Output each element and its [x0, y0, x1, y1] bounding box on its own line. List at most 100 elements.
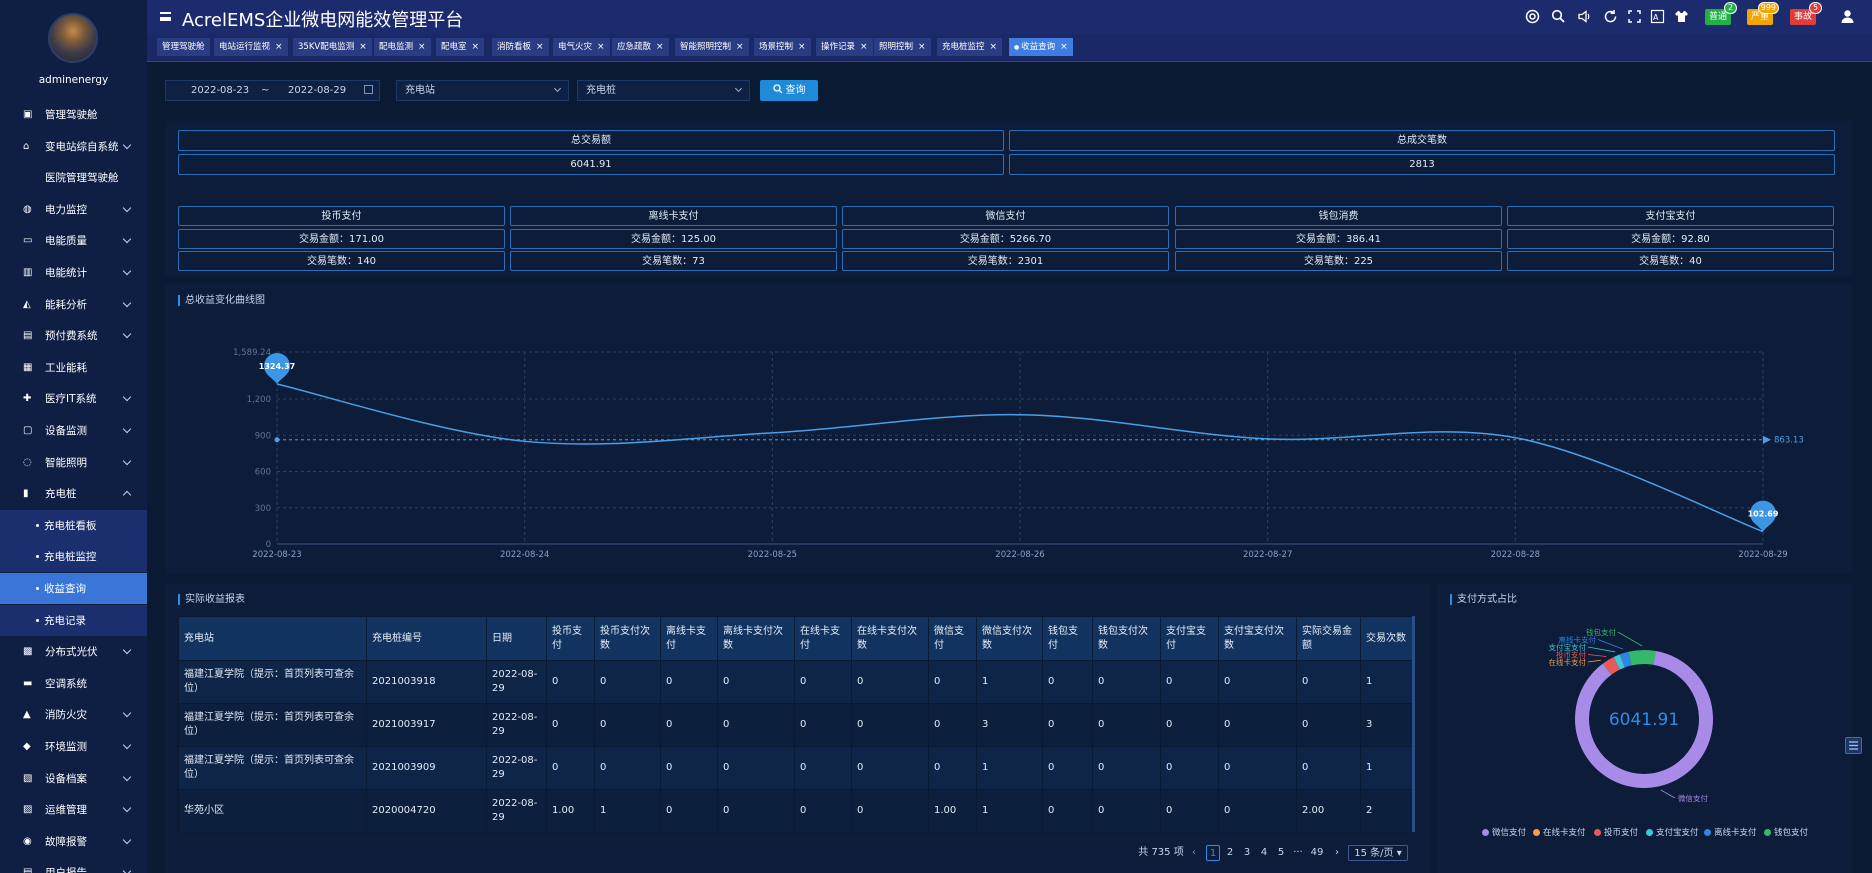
legend-item[interactable]: 在线卡支付 — [1533, 826, 1586, 838]
table-header-cell[interactable]: 支付宝支付 — [1160, 616, 1219, 661]
sidebar-item[interactable]: ◉ 故障报警 — [0, 826, 147, 857]
table-row[interactable]: 华苑小区 2020004720 2022-08-29 1.00 1 0 0 0 0 1.00 1 0 0… — [178, 789, 1413, 833]
pager-next-icon[interactable]: › — [1332, 845, 1342, 861]
tab-item[interactable]: 消防看板 × — [492, 38, 549, 56]
sidebar-item[interactable]: 充电记录 — [0, 604, 147, 636]
table-header-cell[interactable]: 钱包支付 — [1042, 616, 1093, 661]
legend-item[interactable]: 投币支付 — [1594, 826, 1638, 838]
alarm-normal-badge[interactable]: 普通 2 — [1705, 2, 1738, 25]
table-header-cell[interactable]: 投币支付次数 — [594, 616, 661, 661]
close-icon[interactable]: × — [597, 42, 605, 52]
sidebar-item[interactable]: ▧ 设备档案 — [0, 763, 147, 794]
legend-item[interactable]: 离线卡支付 — [1704, 826, 1757, 838]
refresh-icon[interactable] — [1603, 9, 1618, 24]
alarm-serious-badge[interactable]: 严重 999 — [1747, 2, 1780, 25]
close-icon[interactable]: × — [418, 42, 426, 52]
table-header-cell[interactable]: 充电桩编号 — [366, 616, 487, 661]
sidebar-item[interactable]: ▤ 预付费系统 — [0, 320, 147, 351]
table-header-cell[interactable]: 充电站 — [178, 616, 367, 661]
table-header-cell[interactable]: 交易次数 — [1360, 616, 1413, 661]
legend-item[interactable]: 支付宝支付 — [1646, 826, 1699, 838]
close-icon[interactable]: × — [736, 42, 744, 52]
avatar[interactable] — [48, 13, 98, 63]
sidebar-item[interactable]: 充电桩看板 — [0, 509, 147, 541]
alarm-accident-badge[interactable]: 事故 5 — [1790, 2, 1823, 25]
pager-page[interactable]: 5 — [1274, 845, 1288, 861]
table-header-cell[interactable]: 投币支付 — [546, 616, 595, 661]
tab-item[interactable]: 照明控制 × — [874, 38, 931, 56]
tab-item[interactable]: 场景控制 × — [754, 38, 811, 56]
table-header-cell[interactable]: 在线卡支付 — [794, 616, 852, 661]
sidebar-item[interactable]: ▨ 运维管理 — [0, 794, 147, 825]
pile-select[interactable]: 充电桩 — [577, 80, 750, 101]
pager-page[interactable]: 2 — [1223, 845, 1237, 861]
volume-icon[interactable] — [1577, 9, 1592, 24]
table-header-cell[interactable]: 离线卡支付次数 — [717, 616, 795, 661]
tab-item[interactable]: 充电桩监控 × — [937, 38, 1003, 56]
menu-toggle-icon[interactable] — [160, 12, 171, 21]
sidebar-item[interactable]: ◭ 能耗分析 — [0, 289, 147, 320]
table-header-cell[interactable]: 钱包支付次数 — [1092, 616, 1161, 661]
close-icon[interactable]: × — [359, 42, 367, 52]
sidebar-item[interactable]: ▣ 管理驾驶舱 — [0, 99, 147, 130]
sidebar-item[interactable]: ▮ 充电桩 — [0, 478, 147, 509]
tab-item[interactable]: 35KV配电监测 × — [293, 38, 372, 56]
station-select[interactable]: 充电站 — [396, 80, 569, 101]
sidebar-item[interactable]: ▲ 消防火灾 — [0, 699, 147, 730]
legend-item[interactable]: 微信支付 — [1482, 826, 1526, 838]
close-icon[interactable]: × — [472, 42, 480, 52]
table-header-cell[interactable]: 微信支付 — [928, 616, 977, 661]
sidebar-item[interactable]: ✚ 医疗IT系统 — [0, 383, 147, 414]
fullscreen-icon[interactable] — [1627, 9, 1642, 24]
close-icon[interactable]: × — [918, 42, 926, 52]
table-header-cell[interactable]: 实际交易金额 — [1296, 616, 1361, 661]
pager-page[interactable]: ··· — [1291, 845, 1305, 861]
close-icon[interactable]: × — [275, 42, 283, 52]
pager-prev-icon[interactable]: ‹ — [1189, 845, 1199, 861]
tab-item[interactable]: 管理驾驶舱 — [157, 38, 210, 56]
search-icon[interactable] — [1551, 9, 1566, 24]
tab-item[interactable]: 操作记录 × — [816, 38, 873, 56]
pager-page[interactable]: 3 — [1240, 845, 1254, 861]
theme-shirt-icon[interactable] — [1674, 9, 1689, 24]
sidebar-item[interactable]: ▢ 设备监测 — [0, 415, 147, 446]
date-range-picker[interactable]: 2022-08-23 ~ 2022-08-29 — [165, 80, 380, 101]
pager-page[interactable]: 1 — [1206, 845, 1220, 861]
sidebar-item[interactable]: 医院管理驾驶舱 — [0, 162, 147, 193]
font-size-icon[interactable]: A — [1650, 9, 1665, 24]
user-icon[interactable] — [1840, 9, 1855, 24]
tab-item[interactable]: 应急疏散 × — [612, 38, 669, 56]
pager-page[interactable]: 49 — [1308, 845, 1326, 861]
close-icon[interactable]: × — [990, 42, 998, 52]
pager-page[interactable]: 4 — [1257, 845, 1271, 861]
tab-item[interactable]: 电站运行监视 × — [214, 38, 288, 56]
close-icon[interactable]: × — [798, 42, 806, 52]
page-size-select[interactable]: 15 条/页 ▾ — [1348, 845, 1408, 861]
query-button[interactable]: 查询 — [760, 80, 818, 101]
sidebar-item[interactable]: ◌ 智能照明 — [0, 447, 147, 478]
table-header-cell[interactable]: 日期 — [486, 616, 547, 661]
sidebar-item[interactable]: ◍ 电力监控 — [0, 194, 147, 225]
close-icon[interactable]: × — [1060, 42, 1068, 52]
table-row[interactable]: 福建江夏学院（提示：首页列表可查余位） 2021003917 2022-08-29 0… — [178, 703, 1413, 747]
table-header-cell[interactable]: 在线卡支付次数 — [851, 616, 929, 661]
table-row[interactable]: 福建江夏学院（提示：首页列表可查余位） 2021003918 2022-08-29 0… — [178, 660, 1413, 704]
tab-item[interactable]: 配电室 × — [436, 38, 485, 56]
sidebar-item[interactable]: ▩ 分布式光伏 — [0, 636, 147, 667]
sidebar-item[interactable]: 充电桩监控 — [0, 541, 147, 573]
table-scrollbar[interactable] — [1412, 616, 1415, 832]
help-icon[interactable] — [1525, 9, 1540, 24]
sidebar-item[interactable]: ◆ 环境监测 — [0, 731, 147, 762]
close-icon[interactable]: × — [536, 42, 544, 52]
close-icon[interactable]: × — [656, 42, 664, 52]
sidebar-item[interactable]: ▬ 空调系统 — [0, 668, 147, 699]
sidebar-item[interactable]: ⌂ 变电站综自系统 — [0, 131, 147, 162]
tab-item[interactable]: 智能照明控制 × — [675, 38, 749, 56]
close-icon[interactable]: × — [860, 42, 868, 52]
tab-item[interactable]: 电气火灾 × — [553, 38, 610, 56]
table-row[interactable]: 福建江夏学院（提示：首页列表可查余位） 2021003909 2022-08-29 0… — [178, 746, 1413, 790]
legend-item[interactable]: 钱包支付 — [1764, 826, 1808, 838]
table-header-cell[interactable]: 微信支付次数 — [976, 616, 1043, 661]
tab-item[interactable]: ● 收益查询 × — [1009, 38, 1073, 56]
sidebar-item[interactable]: ▤ 用户报告 — [0, 857, 147, 873]
